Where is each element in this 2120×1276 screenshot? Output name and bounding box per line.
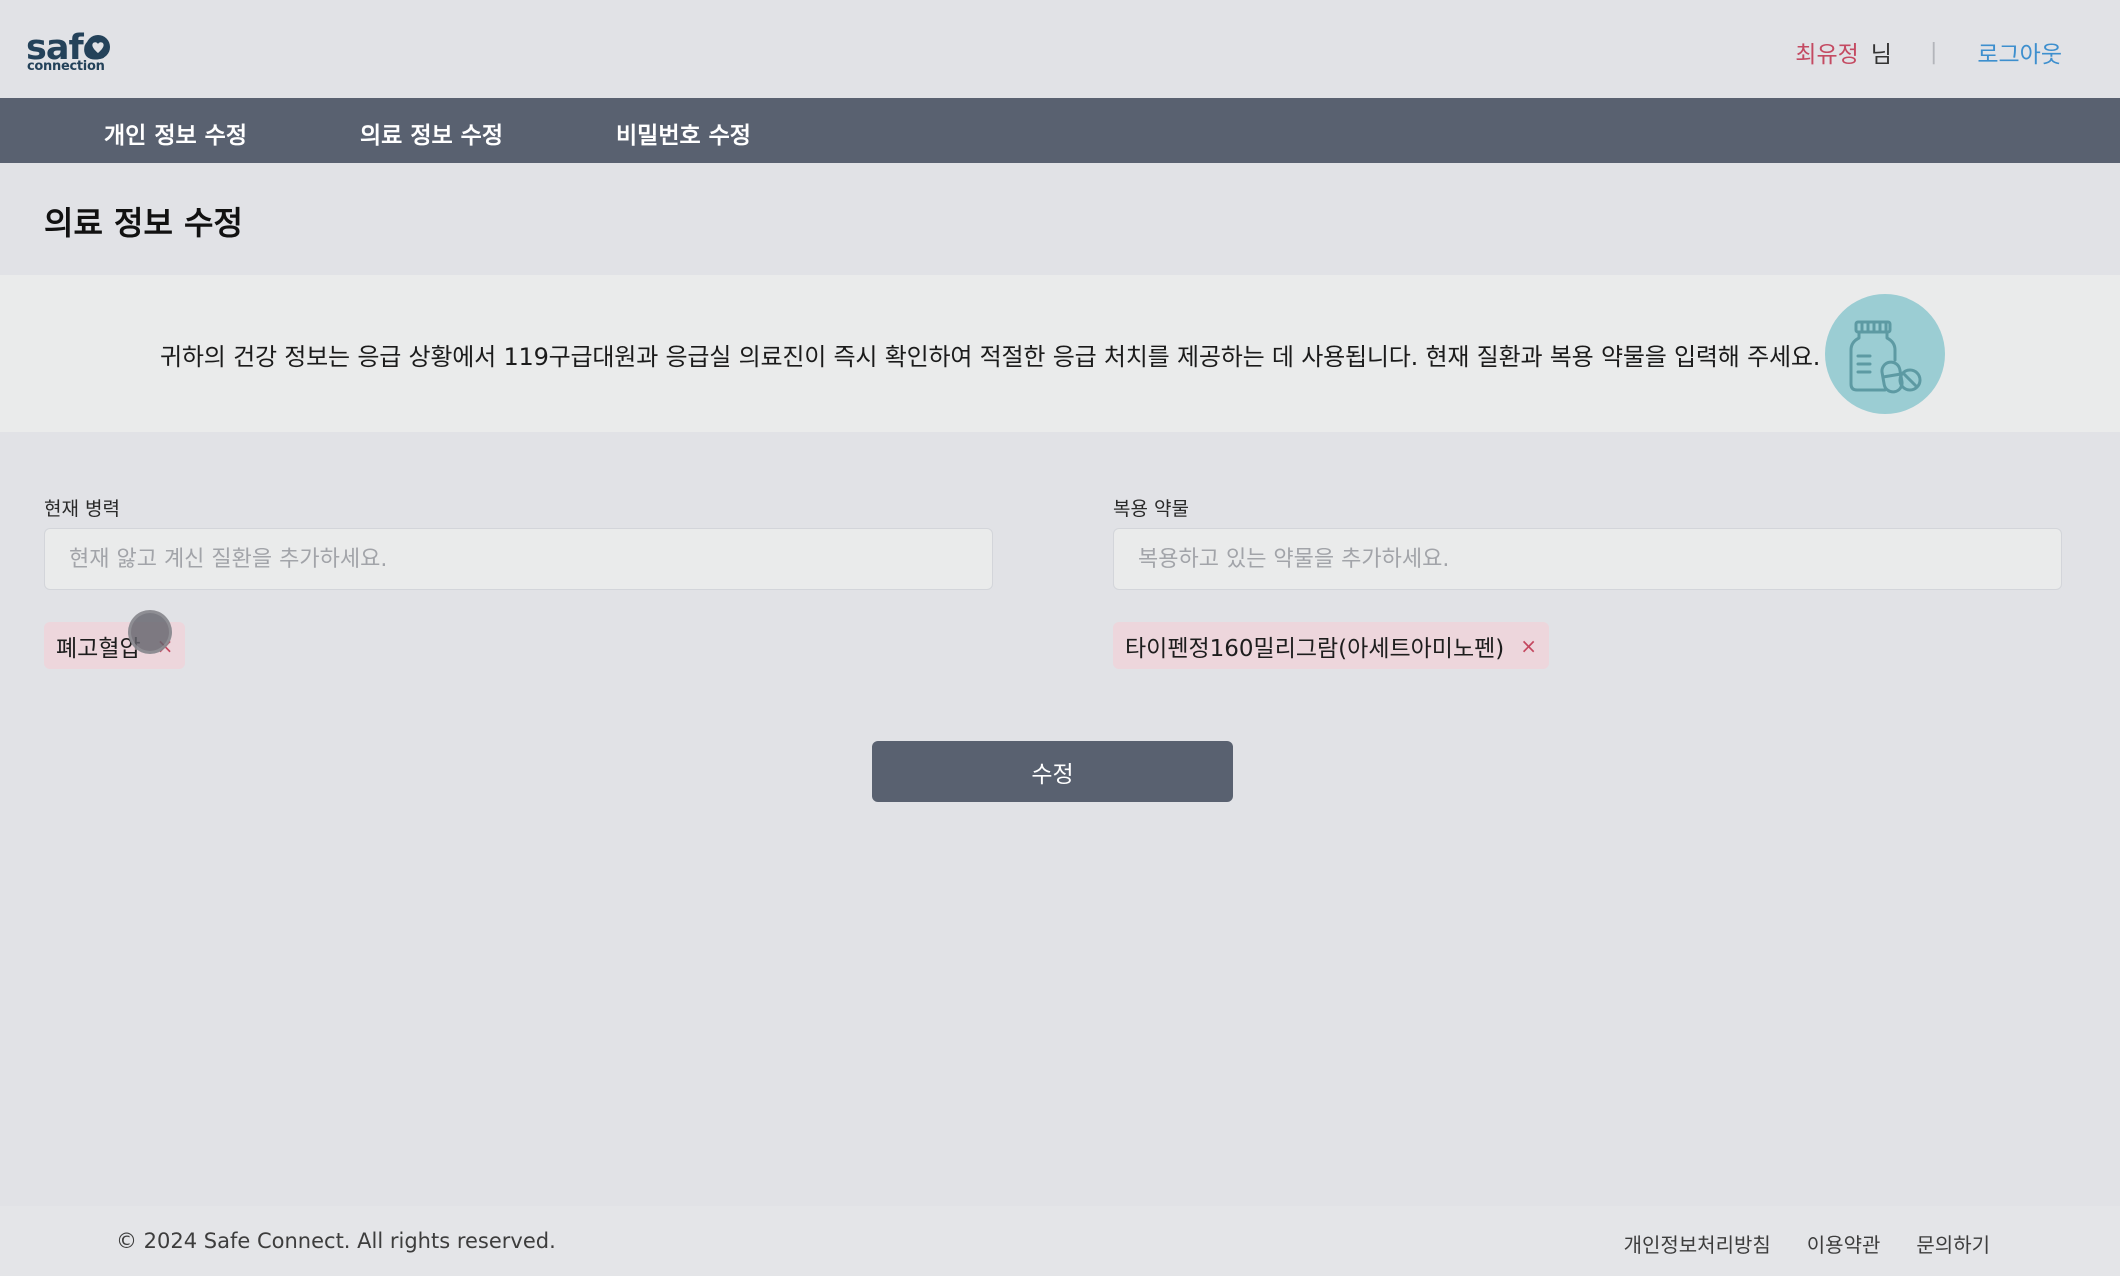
footer-link-terms[interactable]: 이용약관 [1807,1229,1881,1258]
medications-input[interactable] [1113,528,2062,590]
medicine-bottle-icon-graphic [1849,320,1922,394]
footer-link-contact[interactable]: 문의하기 [1916,1229,1990,1258]
top-nav: 개인 정보 수정 의료 정보 수정 비밀번호 수정 [0,98,2120,163]
medications-label: 복용 약물 [1113,498,1189,520]
footer: © 2024 Safe Connect. All rights reserved… [0,1206,2120,1276]
nav-item-personal-info[interactable]: 개인 정보 수정 [104,116,247,150]
nav-item-medical-info[interactable]: 의료 정보 수정 [360,116,503,150]
info-text: 귀하의 건강 정보는 응급 상황에서 119구급대원과 응급실 의료진이 즉시 … [160,343,1821,371]
submit-button[interactable]: 수정 [872,741,1233,802]
logout-link[interactable]: 로그아웃 [1977,35,2062,69]
close-icon[interactable]: × [1520,636,1537,656]
info-banner: 귀하의 건강 정보는 응급 상황에서 119구급대원과 응급실 의료진이 즉시 … [0,275,2120,432]
page-title: 의료 정보 수정 [44,204,243,242]
copyright-text: © 2024 Safe Connect. All rights reserved… [116,1229,556,1253]
user-name: 최유정 [1795,42,1859,68]
logo[interactable]: safe connection [26,30,112,74]
medication-tag-label: 타이펜정160밀리그람(아세트아미노펜) [1125,635,1505,662]
header-divider: | [1929,39,1938,65]
page: safe connection 최유정 님 | 로그아웃 개인 정보 수정 의료… [0,0,2120,1276]
footer-link-privacy[interactable]: 개인정보처리방침 [1624,1229,1771,1258]
medication-tag: 타이펜정160밀리그람(아세트아미노펜) × [1113,622,1550,669]
heart-shield-icon [86,35,110,59]
nav-item-password[interactable]: 비밀번호 수정 [616,116,751,150]
user-honorific: 님 [1870,42,1892,68]
footer-links: 개인정보처리방침 이용약관 문의하기 [1624,1229,1990,1258]
conditions-input[interactable] [44,528,993,590]
logo-subtext: connection [27,59,105,74]
header: safe connection 최유정 님 | 로그아웃 [0,0,2120,98]
touch-cursor [128,610,172,654]
conditions-label: 현재 병력 [44,498,120,520]
user-area: 최유정 님 | 로그아웃 [1795,34,2062,70]
medicine-bottle-icon [1825,294,1945,414]
